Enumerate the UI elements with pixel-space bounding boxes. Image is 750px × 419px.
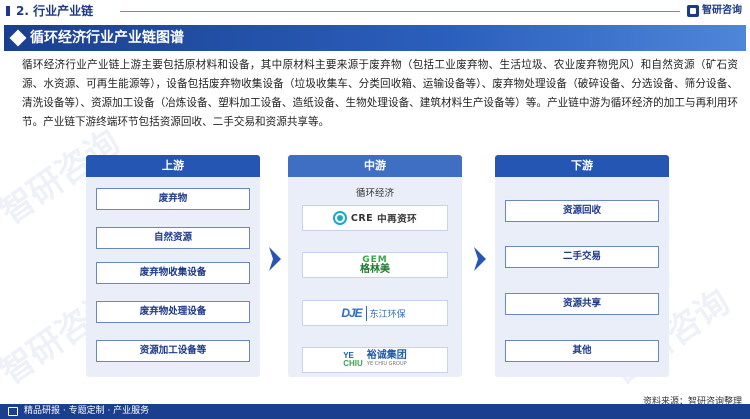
cre-logo-icon — [332, 211, 347, 225]
company-logo-cre: CRE 中再资环 — [302, 205, 448, 231]
downstream-item-resource-sharing: 资源共享 — [505, 293, 659, 315]
upstream-item-natural-resources: 自然资源 — [96, 227, 250, 249]
brand-logo: 智研咨询 — [687, 3, 742, 19]
chevron-right-icon — [267, 245, 283, 273]
downstream-column: 下游 资源回收 二手交易 资源共享 其他 — [495, 155, 669, 377]
upstream-item-waste: 废弃物 — [96, 188, 250, 210]
company-logo-yechiu: YE CHIU 裕诚集团 YE CHIU GROUP — [302, 347, 448, 373]
brand-name: 智研咨询 — [702, 5, 742, 16]
company-logo-dje: DJE 东江环保 — [302, 300, 448, 326]
midstream-column: 中游 循环经济 CRE 中再资环 GEM 格林美 DJE 东江环保 YE CHI… — [288, 155, 462, 377]
header-divider — [120, 11, 680, 12]
upstream-header: 上游 — [86, 155, 260, 177]
brand-icon — [687, 5, 699, 17]
company-logo-gem: GEM 格林美 — [302, 252, 448, 278]
downstream-item-resource-recycling: 资源回收 — [505, 200, 659, 222]
yechiu-logo-mark: YE CHIU — [343, 352, 363, 368]
upstream-item-waste-collection-equipment: 废弃物收集设备 — [96, 262, 250, 284]
diamond-icon — [9, 29, 27, 47]
upstream-column: 上游 废弃物 自然资源 废弃物收集设备 废弃物处理设备 资源加工设备等 — [86, 155, 260, 377]
cre-logo-mark: CRE — [350, 212, 374, 224]
intro-paragraph: 循环经济行业产业链上游主要包括原材料和设备，其中原材料主要来源于废弃物（包括工业… — [22, 59, 738, 128]
chevron-right-icon — [472, 245, 488, 273]
dje-logo-name: 东江环保 — [365, 305, 409, 321]
upstream-item-waste-processing-equipment: 废弃物处理设备 — [96, 301, 250, 323]
page-title-bar: 循环经济行业产业链图谱 — [4, 25, 746, 51]
upstream-item-resource-processing-equipment: 资源加工设备等 — [96, 340, 250, 362]
cre-logo-name: 中再资环 — [377, 214, 418, 225]
footer-bar: 精品研报 · 专题定制 · 产业服务 — [0, 404, 750, 419]
midstream-header: 中游 — [288, 155, 462, 177]
midstream-label: 循环经济 — [355, 188, 394, 199]
downstream-header: 下游 — [495, 155, 669, 177]
yechiu-mark-bottom: CHIU — [343, 359, 363, 368]
gem-logo: GEM 格林美 — [360, 255, 390, 275]
dje-logo-mark: DJE — [341, 306, 362, 320]
yechiu-logo-text: 裕诚集团 YE CHIU GROUP — [367, 351, 407, 369]
yechiu-logo-en: YE CHIU GROUP — [366, 361, 407, 367]
top-header: 2. 行业产业链 智研咨询 — [0, 0, 750, 22]
document-icon — [8, 407, 18, 416]
downstream-item-second-hand-trade: 二手交易 — [505, 246, 659, 268]
footer-tagline: 精品研报 · 专题定制 · 产业服务 — [24, 406, 150, 416]
downstream-item-other: 其他 — [505, 340, 659, 362]
yechiu-logo-cn: 裕诚集团 — [366, 350, 407, 361]
section-title: 2. 行业产业链 — [6, 3, 136, 19]
gem-logo-cn: 格林美 — [360, 264, 390, 275]
page-title: 循环经济行业产业链图谱 — [30, 30, 184, 46]
